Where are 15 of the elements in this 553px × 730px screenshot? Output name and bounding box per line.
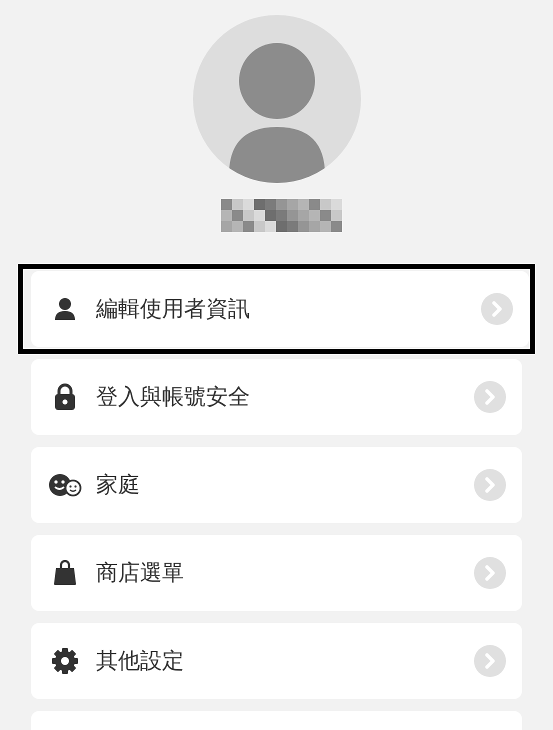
chevron-right-icon (481, 293, 513, 325)
menu-item[interactable]: 登入與帳號安全 (31, 359, 522, 435)
chevron-right-icon (474, 645, 506, 677)
shopping-bag-icon (53, 560, 77, 586)
menu-item[interactable]: 其他設定 (31, 623, 522, 699)
menu-item[interactable]: 商店選單 (31, 535, 522, 611)
chevron-right-icon (474, 557, 506, 589)
smiley-faces-icon (48, 473, 82, 497)
lock-icon (54, 383, 76, 411)
gear-icon (51, 647, 79, 675)
chevron-right-icon (474, 381, 506, 413)
chevron-right-icon (474, 469, 506, 501)
person-icon (54, 297, 76, 321)
menu-item[interactable]: 家庭 (31, 447, 522, 523)
menu-item[interactable]: 編輯使用者資訊 (31, 271, 529, 347)
